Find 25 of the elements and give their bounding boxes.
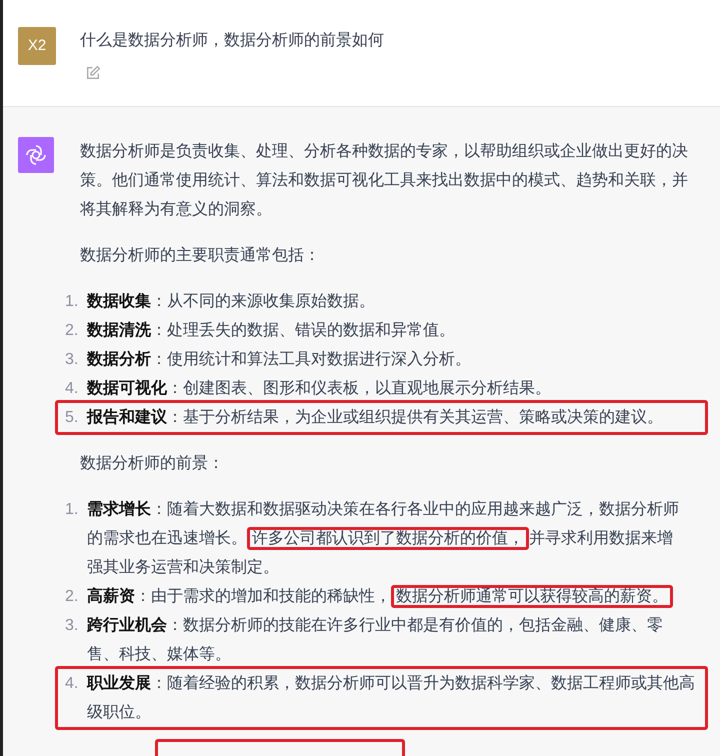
list-item-text: 高薪资：由于需求的增加和技能的稀缺性， 数据分析师通常可以获得较高的薪资。 xyxy=(87,582,688,611)
list-item-text: 报告和建议：基于分析结果，为企业或组织提供有关其运营、策略或决策的建议。 xyxy=(87,407,664,428)
section-heading: 数据分析师的主要职责通常包括： xyxy=(80,246,321,266)
edit-icon[interactable] xyxy=(85,65,101,81)
list-number: 1. xyxy=(65,292,80,312)
list-number: 2. xyxy=(65,321,80,341)
list-number: 3. xyxy=(65,350,80,370)
list-item-text: 跨行业机会：数据分析师的技能在许多行业中都是有价值的，包括金融、健康、零售、科技、媒体等。 xyxy=(87,616,664,665)
list-number: 5. xyxy=(65,408,80,428)
list-number: 2. xyxy=(65,587,80,607)
knot-logo-icon xyxy=(24,143,48,167)
list-item-text: 需求增长：随着大数据和数据驱动决策在各行各业中的应用越来越广泛，数据分析师的需求也在迅速增长。 许多公司都认识到了数据分析的价值， 并寻求利用数据来增强其业务运营和决策制定。 xyxy=(87,500,680,578)
section-heading: 数据分析师的前景： xyxy=(80,454,225,474)
list-item-text: 数据清洗：处理丢失的数据、错误的数据和异常值。 xyxy=(87,320,456,341)
list-item-text: 数据收集：从不同的来源收集原始数据。 xyxy=(87,292,376,312)
user-question: 什么是数据分析师，数据分析师的前景如何 xyxy=(80,31,384,51)
list-item-text: 数据可视化：创建图表、图形和仪表板，以直观地展示分析结果。 xyxy=(87,378,552,399)
answer-paragraph: 数据分析师是负责收集、处理、分析各种数据的专家，以帮助组织或企业做出更好的决策。他们通常使用统计、算法和数据可视化工具来找出数据中的模式、趋势和关联，并将其解释为有意义的洞察。 xyxy=(80,142,688,220)
user-avatar: X2 xyxy=(18,27,56,65)
list-item-text: 数据分析：使用统计和算法工具对数据进行深入分析。 xyxy=(87,350,472,370)
list-number: 1. xyxy=(65,500,80,520)
list-item-text: 职业发展：随着经验的积累，数据分析师可以晋升为数据科学家、数据工程师或其他高级职位。 xyxy=(87,674,696,723)
list-number: 4. xyxy=(65,379,80,399)
list-number: 4. xyxy=(65,674,80,694)
list-number: 3. xyxy=(65,616,80,636)
